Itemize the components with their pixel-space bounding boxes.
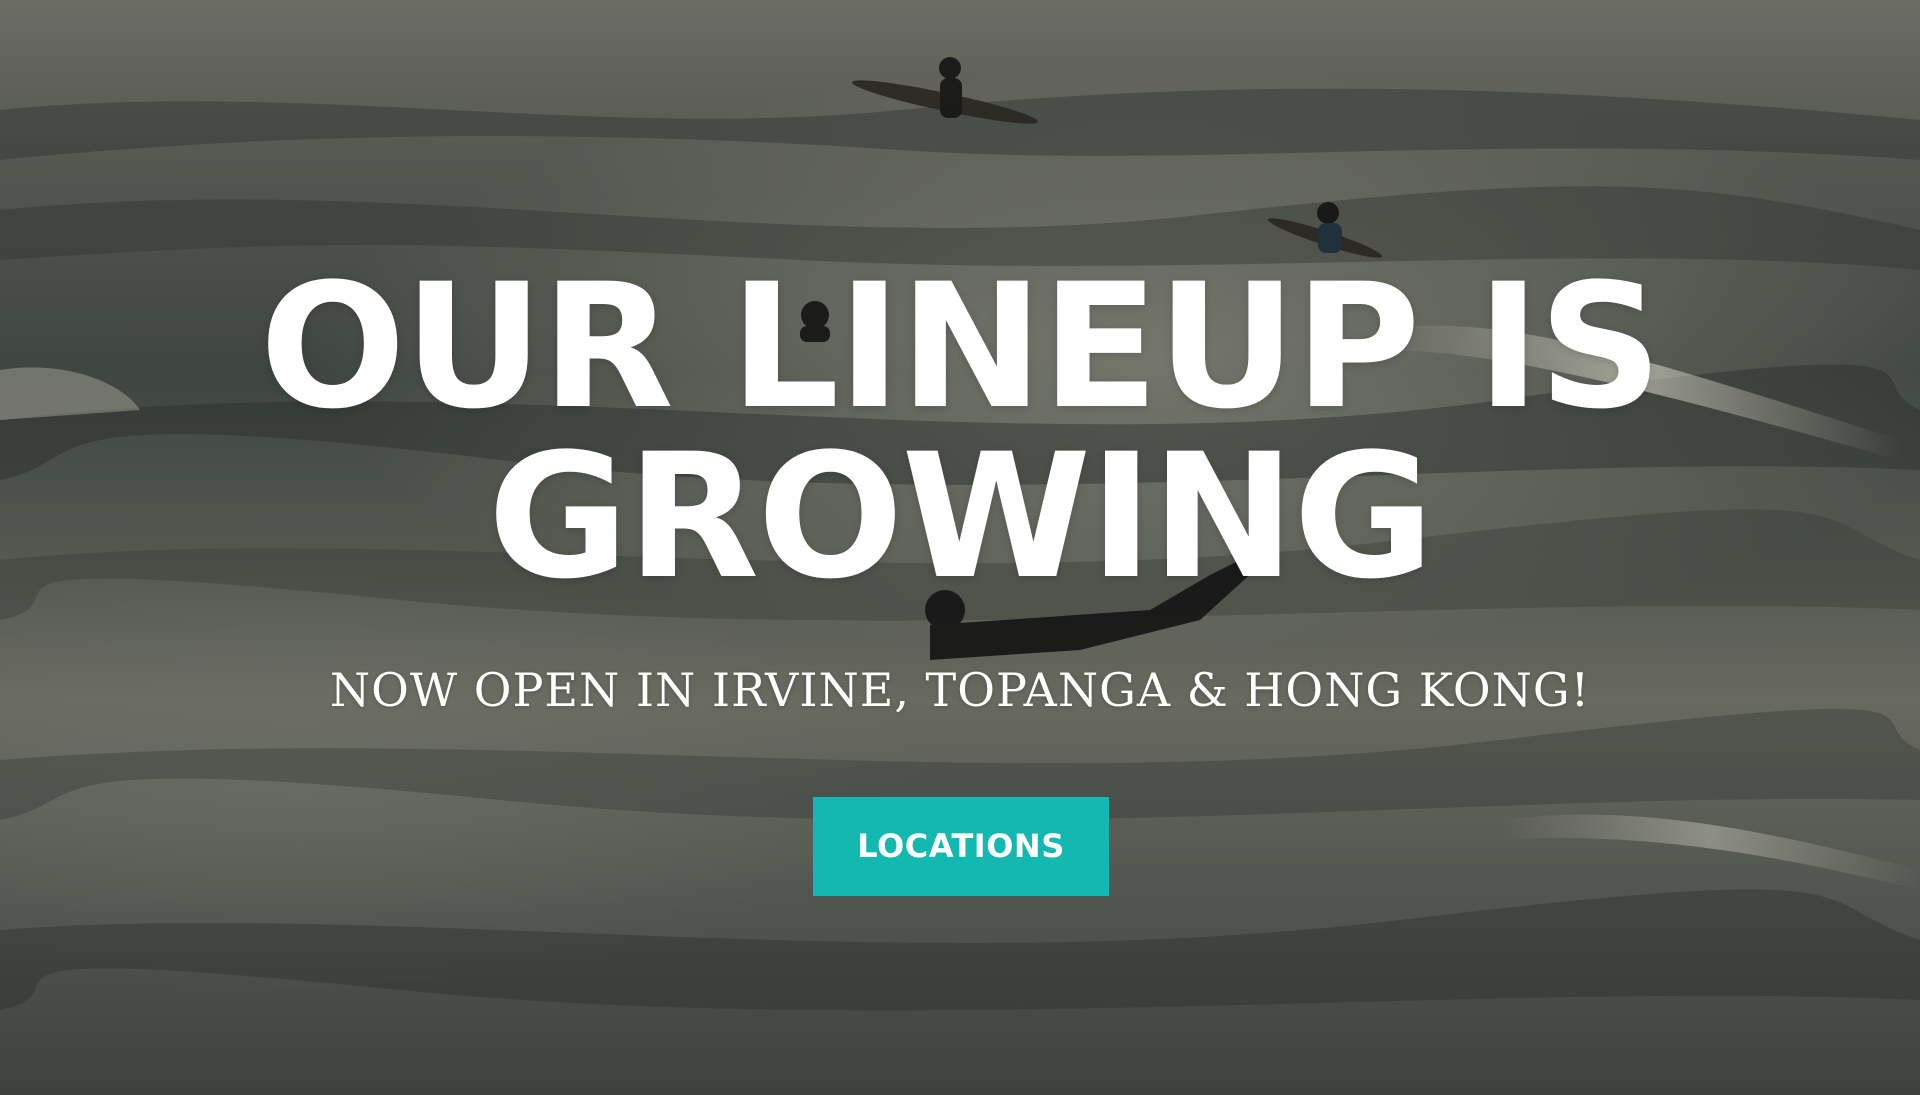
hero-headline: OUR LINEUP IS GROWING [0, 246, 1920, 617]
headline-line-1: OUR LINEUP IS [259, 246, 1663, 447]
hero-section: OUR LINEUP IS GROWING NOW OPEN IN IRVINE… [0, 0, 1920, 1095]
locations-button[interactable]: LOCATIONS [813, 797, 1109, 896]
headline-line-2: GROWING [487, 416, 1435, 617]
hero-subheadline: NOW OPEN IN IRVINE, TOPANGA & HONG KONG! [329, 663, 1591, 717]
hero-content: OUR LINEUP IS GROWING NOW OPEN IN IRVINE… [0, 0, 1920, 1095]
